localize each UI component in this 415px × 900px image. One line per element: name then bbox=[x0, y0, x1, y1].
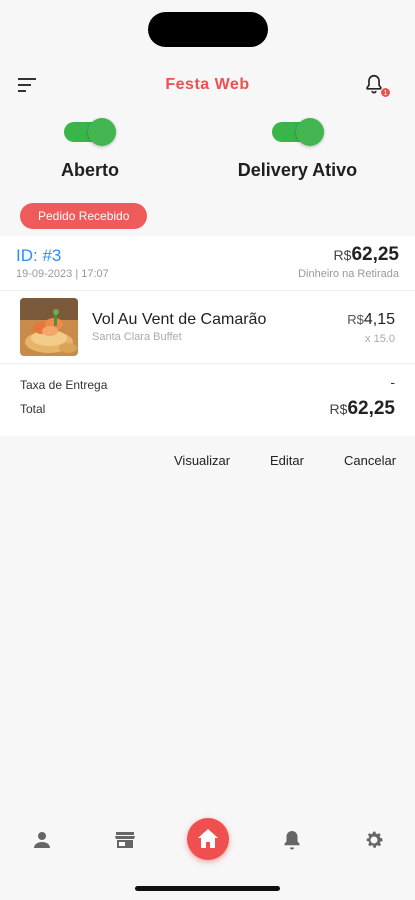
item-vendor: Santa Clara Buffet bbox=[92, 331, 182, 343]
home-indicator bbox=[135, 886, 280, 891]
open-label: Aberto bbox=[61, 160, 119, 180]
cancel-button[interactable]: Cancelar bbox=[344, 453, 396, 468]
notifications-button[interactable]: 1 bbox=[363, 72, 391, 98]
bottom-navigation bbox=[0, 812, 415, 868]
order-id: ID: #3 bbox=[16, 246, 62, 265]
status-bar bbox=[0, 0, 415, 60]
dynamic-island bbox=[148, 12, 268, 47]
open-switch[interactable] bbox=[64, 118, 116, 146]
delivery-fee-value: - bbox=[390, 374, 395, 390]
item-quantity: x 15.0 bbox=[365, 333, 395, 345]
nav-profile[interactable] bbox=[30, 828, 54, 852]
person-icon bbox=[34, 832, 50, 848]
item-name: Vol Au Vent de Camarão bbox=[92, 311, 267, 328]
total-label: Total bbox=[20, 402, 46, 416]
total-value: R$62,25 bbox=[329, 398, 395, 419]
nav-store[interactable] bbox=[113, 828, 137, 852]
app-header: Festa Web 1 bbox=[0, 68, 415, 104]
order-date: 19-09-2023 | 17:07 bbox=[16, 268, 109, 280]
nav-notifications[interactable] bbox=[280, 828, 304, 852]
app-title: Festa Web bbox=[165, 76, 250, 93]
order-total: R$62,25 bbox=[333, 244, 399, 265]
home-icon bbox=[198, 829, 218, 848]
open-toggle-block: Aberto bbox=[30, 118, 150, 181]
item-price: R$4,15 bbox=[347, 311, 395, 328]
gear-icon bbox=[366, 831, 383, 848]
delivery-label: Delivery Ativo bbox=[237, 160, 358, 180]
order-status-badge: Pedido Recebido bbox=[20, 203, 148, 229]
nav-home[interactable] bbox=[187, 818, 229, 860]
view-button[interactable]: Visualizar bbox=[174, 453, 230, 468]
delivery-fee-label: Taxa de Entrega bbox=[20, 378, 108, 392]
payment-method: Dinheiro na Retirada bbox=[298, 268, 399, 280]
edit-button[interactable]: Editar bbox=[270, 453, 304, 468]
delivery-switch[interactable] bbox=[271, 118, 324, 146]
store-toggles: Aberto Delivery Ativo bbox=[0, 118, 415, 188]
notification-badge: 1 bbox=[380, 87, 391, 98]
nav-settings[interactable] bbox=[362, 828, 386, 852]
order-card[interactable]: ID: #3 19-09-2023 | 17:07 R$62,25 Dinhei… bbox=[0, 236, 415, 436]
order-actions: Visualizar Editar Cancelar bbox=[0, 453, 415, 475]
item-image bbox=[20, 298, 78, 356]
store-icon bbox=[115, 832, 135, 848]
order-item: Vol Au Vent de Camarão Santa Clara Buffe… bbox=[0, 290, 415, 364]
bell-icon bbox=[284, 831, 300, 850]
delivery-toggle-block: Delivery Ativo bbox=[220, 118, 375, 181]
